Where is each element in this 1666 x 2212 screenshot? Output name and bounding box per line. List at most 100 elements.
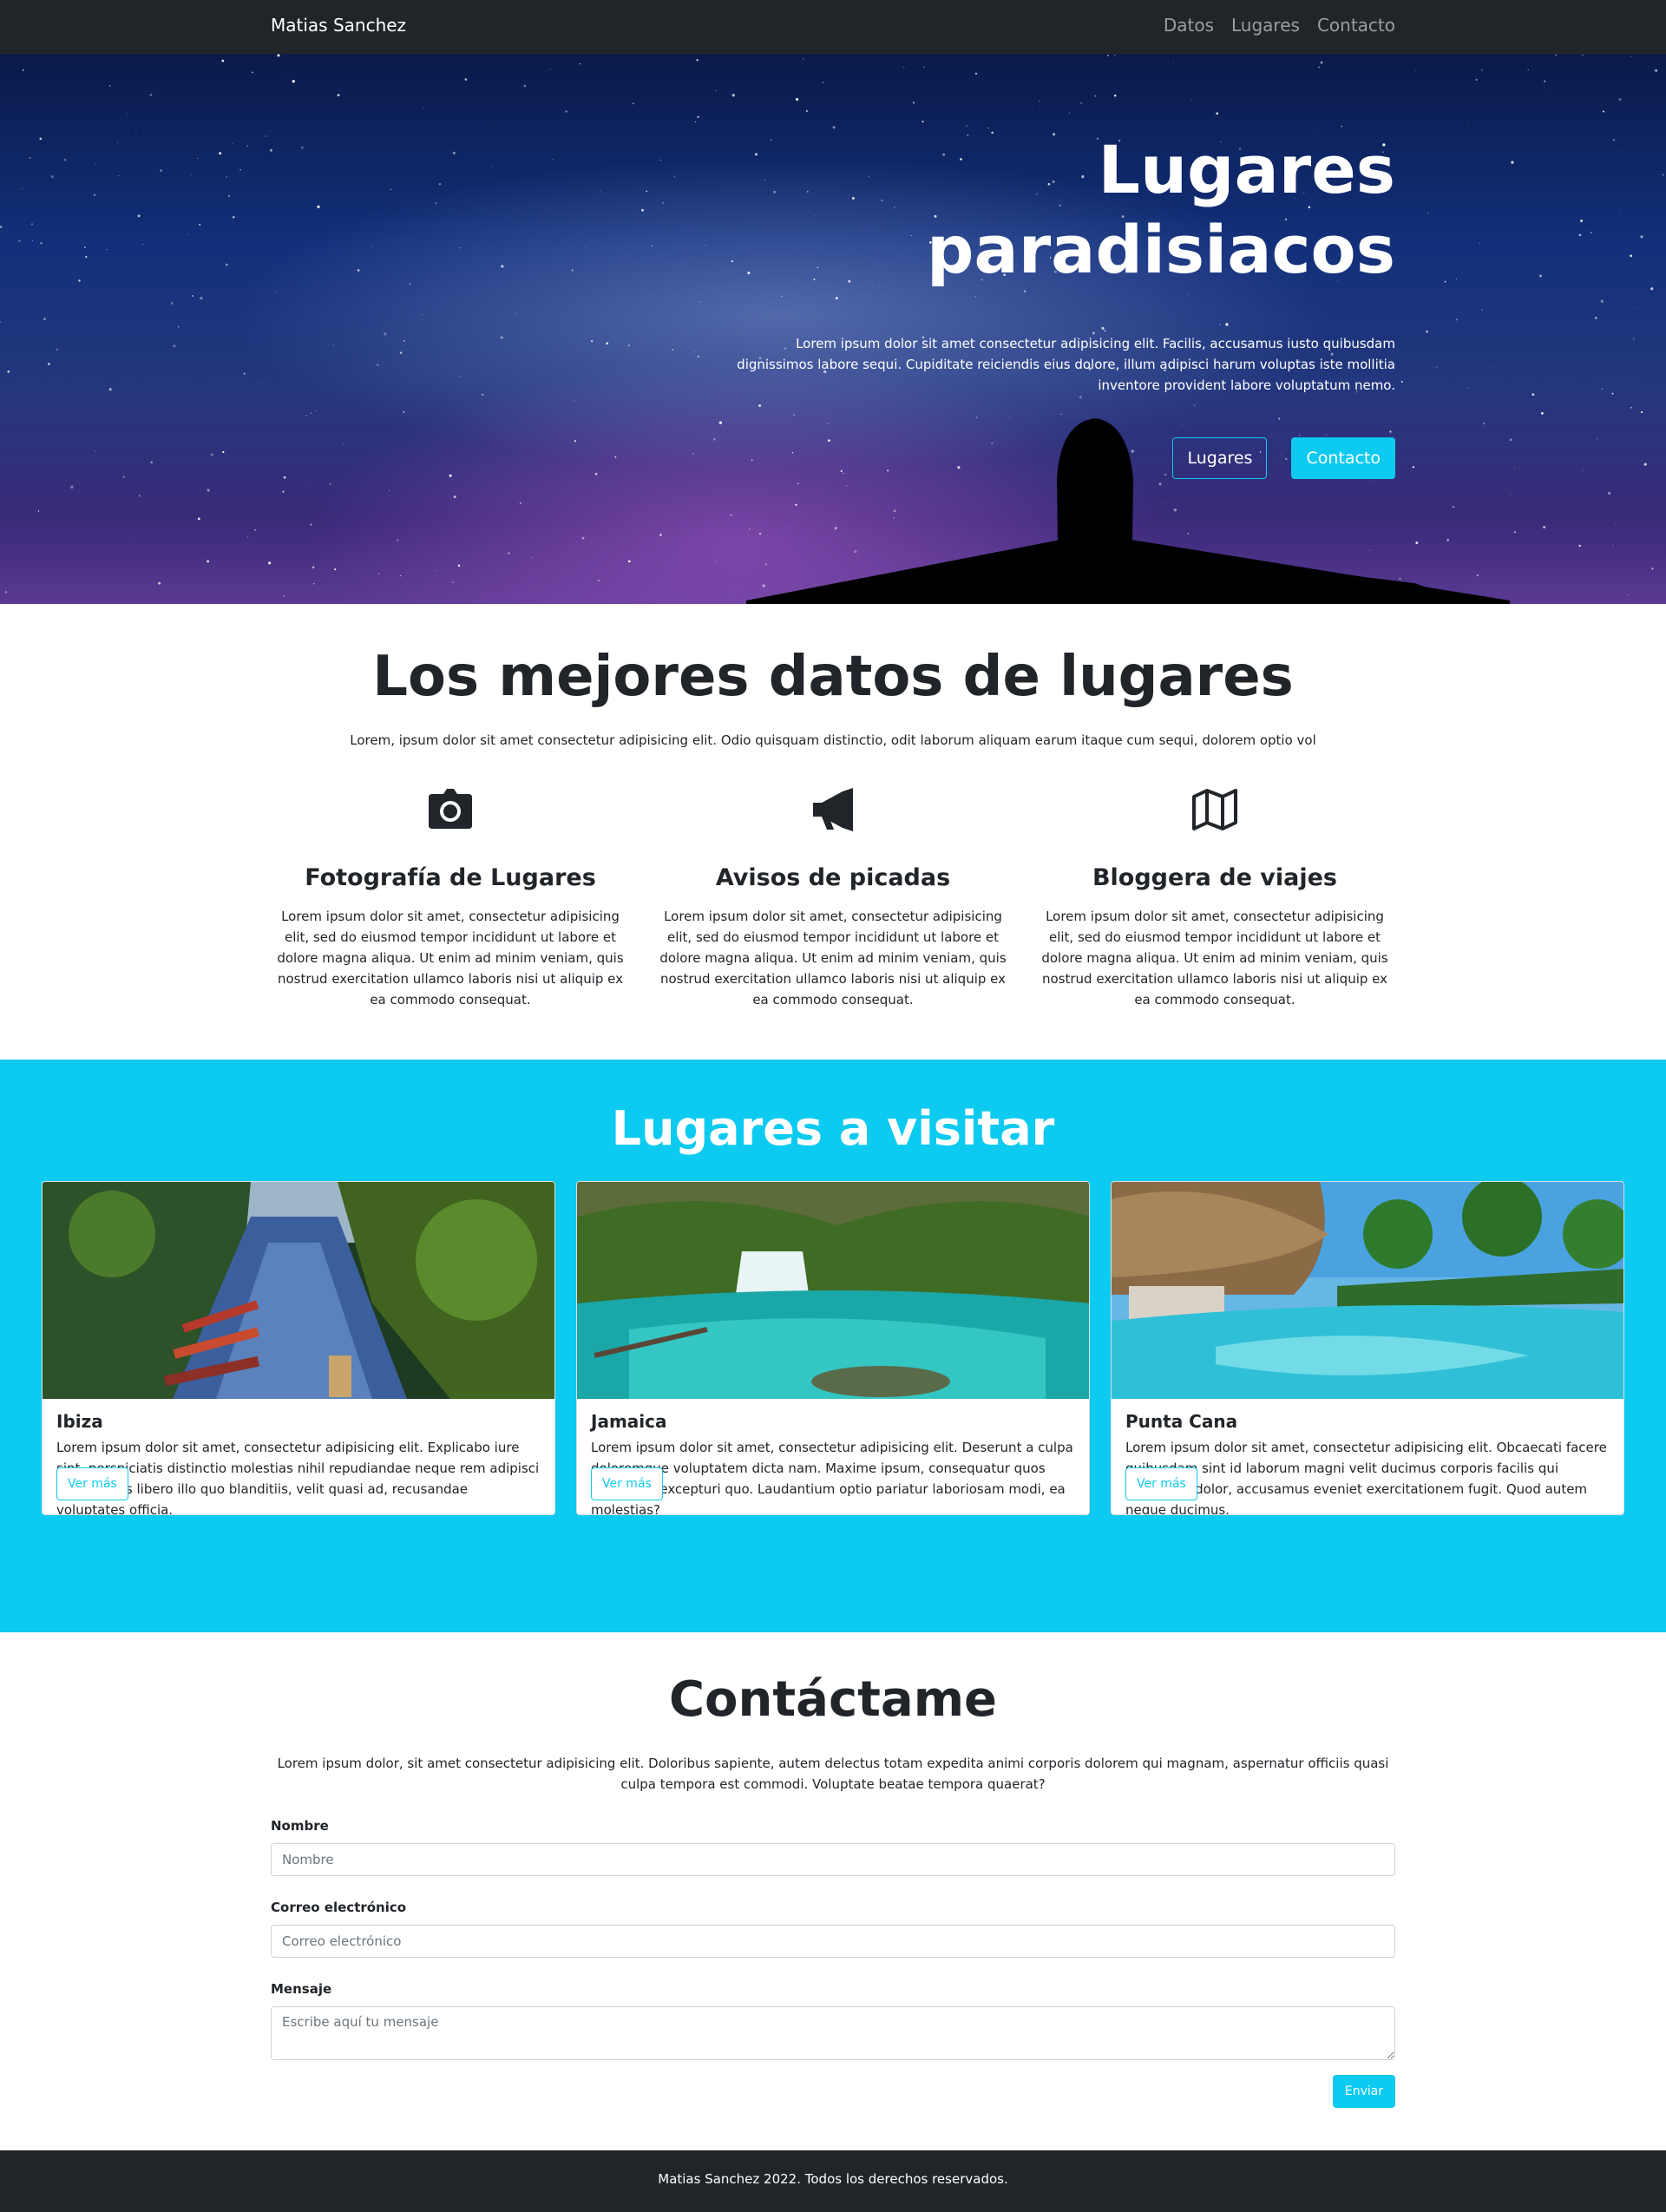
star [63,158,67,161]
star [191,174,193,176]
star [310,412,312,414]
ver-mas-button[interactable]: Ver más [1125,1467,1197,1500]
star [1543,526,1545,528]
star [697,115,699,119]
star [1640,410,1643,414]
star [0,226,3,228]
star [283,594,285,597]
star [43,318,46,321]
star [922,120,924,123]
star [627,560,631,563]
ver-mas-button[interactable]: Ver más [591,1467,663,1500]
name-input[interactable] [271,1843,1395,1876]
star [106,248,108,251]
star [400,574,402,577]
star [552,158,554,160]
submit-button[interactable]: Enviar [1333,2075,1395,2108]
star [523,84,527,88]
star [78,279,81,282]
nav-link-lugares[interactable]: Lugares [1231,15,1300,36]
star [715,560,717,561]
star [437,444,439,446]
star [694,121,697,123]
star [1539,274,1542,278]
star [1655,69,1658,72]
star [50,174,54,179]
star [397,539,399,542]
feature-text: Lorem ipsum dolor sit amet, consectetur … [659,909,1007,1008]
brand-link[interactable]: Matias Sanchez [271,15,406,36]
star [305,415,307,417]
star [246,145,248,147]
star [699,301,701,303]
star [1426,330,1428,333]
star [1316,128,1318,130]
star [116,141,118,143]
star [922,66,925,69]
star [48,363,50,365]
star [1590,232,1592,233]
star [501,265,504,268]
star [280,74,282,75]
star [221,59,225,62]
star [108,388,112,391]
star [453,496,456,499]
ver-mas-button[interactable]: Ver más [56,1467,128,1500]
star [1632,338,1635,340]
star [1602,110,1604,113]
footer: Matias Sanchez 2022. Todos los derechos … [0,2150,1666,2212]
star [254,528,257,531]
star [283,476,286,479]
star [770,139,772,141]
star [384,332,387,336]
star [835,296,838,300]
star [781,295,783,298]
star [233,216,235,219]
star [5,591,8,594]
nav-link-contacto[interactable]: Contacto [1317,15,1395,36]
feature-blogger: Bloggera de viajes Lorem ipsum dolor sit… [1035,786,1394,1010]
star [389,226,390,228]
star [243,372,246,375]
star [1578,233,1582,237]
star [565,110,567,113]
email-input[interactable] [271,1925,1395,1958]
star [716,90,717,92]
star [1479,242,1481,245]
star [574,400,575,402]
star [1600,299,1604,303]
contact-subtitle: Lorem ipsum dolor, sit amet consectetur … [277,1756,1389,1792]
star [334,568,337,571]
star [40,242,43,245]
star [1634,307,1636,309]
places-section: Lugares a visitar Ibiza Lorem ipsum dolo… [0,1060,1666,1632]
hero-contacto-button[interactable]: Contacto [1291,437,1395,479]
star [1611,392,1614,395]
star [301,146,304,149]
features-subtitle: Lorem, ipsum dolor sit amet consectetur … [350,732,1316,748]
star [1544,80,1546,82]
hero-lugares-button[interactable]: Lugares [1172,437,1268,479]
star [796,97,799,102]
message-textarea[interactable] [271,2006,1395,2060]
jamaica-waterfall-image [577,1182,1089,1399]
airplane-silhouette [746,418,1510,604]
star [118,175,120,177]
star [546,334,547,336]
star [1481,69,1483,71]
star [0,320,2,323]
nav-link-datos[interactable]: Datos [1164,15,1214,36]
star [1444,280,1446,283]
star [122,476,125,478]
star [1663,174,1664,176]
star [452,151,456,154]
star [315,410,317,411]
star [1435,366,1438,368]
star [1597,336,1599,338]
features-title: Los mejores datos de lugares [372,645,1294,709]
star [1650,287,1654,291]
star [1068,112,1070,114]
star [247,536,249,538]
star [651,245,653,246]
star [252,71,253,74]
